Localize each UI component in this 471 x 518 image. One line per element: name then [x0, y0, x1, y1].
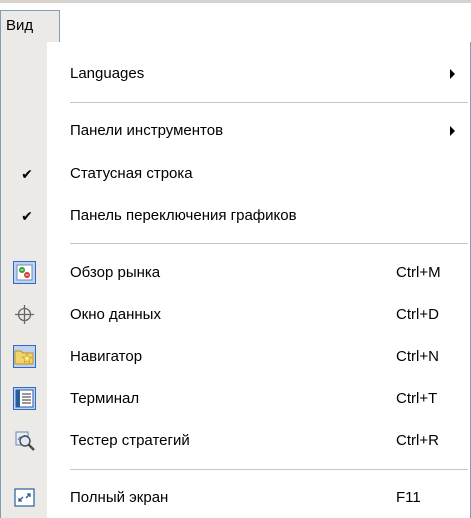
view-menu-tab[interactable]: Вид	[0, 10, 60, 42]
crosshair-icon	[13, 303, 36, 326]
menu-separator	[70, 102, 468, 103]
menu-separator	[70, 243, 468, 244]
menu-item-label: Панели инструментов	[70, 122, 224, 139]
menu-item-shortcut: Ctrl+R	[396, 432, 439, 449]
menu-item-data-window[interactable]: Окно данных Ctrl+D	[1, 295, 471, 335]
menu-item-shortcut: Ctrl+D	[396, 306, 439, 323]
menu-item-label: Тестер стратегий	[70, 432, 190, 449]
menu-item-label: Обзор рынка	[70, 264, 161, 281]
checkmark-icon: ✔	[21, 208, 33, 224]
menu-item-shortcut: F11	[396, 489, 421, 506]
submenu-arrow-icon	[450, 69, 455, 79]
menu-item-shortcut: Ctrl+T	[396, 390, 438, 407]
view-dropdown-menu: Languages Панели инструментов ✔ Статусна…	[0, 42, 471, 518]
menu-item-languages[interactable]: Languages	[1, 54, 471, 94]
menu-item-label: Навигатор	[70, 348, 143, 365]
fullscreen-icon	[13, 486, 36, 509]
checkmark-icon: ✔	[21, 166, 33, 182]
menu-item-label: Панель переключения графиков	[70, 207, 297, 224]
menu-item-label: Languages	[70, 65, 145, 82]
menu-item-status-bar[interactable]: ✔ Статусная строка	[1, 154, 471, 194]
market-watch-icon	[13, 261, 36, 284]
menu-item-chart-switch-panel[interactable]: ✔ Панель переключения графиков	[1, 196, 471, 236]
menu-item-strategy-tester[interactable]: Тестер стратегий Ctrl+R	[1, 421, 471, 461]
menu-bar: Вид	[0, 0, 471, 42]
menu-item-shortcut: Ctrl+N	[396, 348, 439, 365]
menu-item-terminal[interactable]: Терминал Ctrl+T	[1, 379, 471, 419]
menu-item-label: Терминал	[70, 390, 140, 407]
menu-item-toolbars[interactable]: Панели инструментов	[1, 111, 471, 151]
terminal-icon	[13, 387, 36, 410]
menu-item-label: Полный экран	[70, 489, 169, 506]
menu-item-shortcut: Ctrl+M	[396, 264, 441, 281]
menu-item-label: Окно данных	[70, 306, 161, 323]
strategy-tester-icon	[13, 429, 36, 452]
menu-item-full-screen[interactable]: Полный экран F11	[1, 478, 471, 518]
menu-separator	[70, 469, 468, 470]
menu-item-market-watch[interactable]: Обзор рынка Ctrl+M	[1, 253, 471, 293]
navigator-folder-star-icon	[13, 345, 36, 368]
menu-bar-top-border	[0, 0, 471, 3]
menu-item-label: Статусная строка	[70, 165, 193, 182]
submenu-arrow-icon	[450, 126, 455, 136]
menu-item-navigator[interactable]: Навигатор Ctrl+N	[1, 337, 471, 377]
